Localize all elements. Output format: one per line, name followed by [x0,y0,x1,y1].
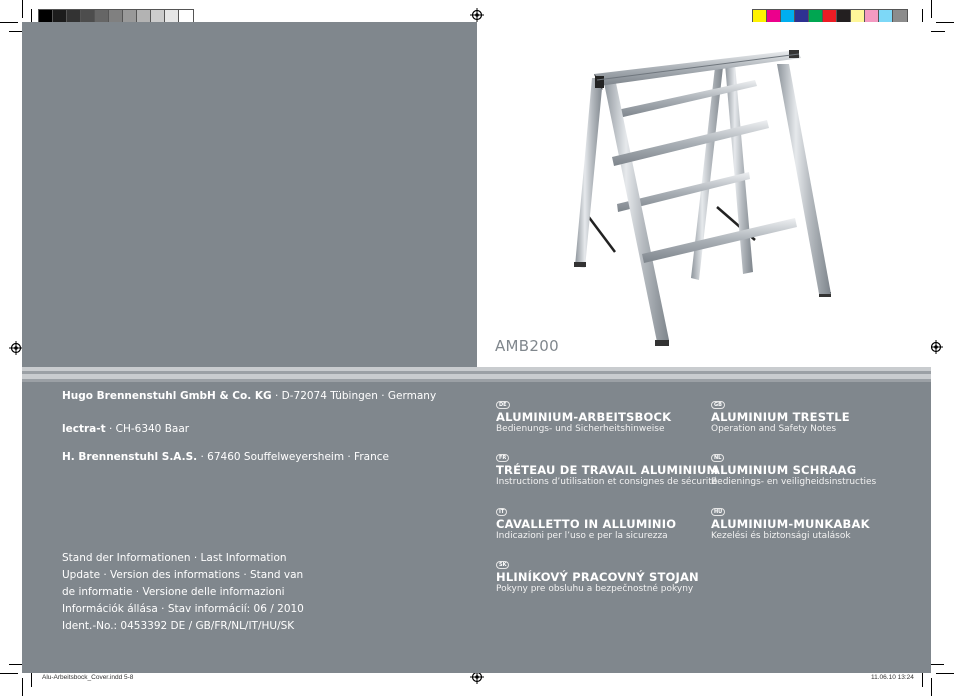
language-entry-gb: GB ALUMINIUM TRESTLE Operation and Safet… [711,391,850,435]
language-subtitle: Pokyny pre obsluhu a bezpečnostné pokyny [496,584,694,594]
crop-mark [922,672,923,687]
registration-mark-icon [470,8,484,22]
divider-stripes [22,367,931,382]
info-line: de informatie · Versione delle informazi… [62,586,285,598]
front-cover-image-area [477,22,931,367]
language-title: ALUMINIUM-ARBEITSBOCK [496,410,672,424]
crop-mark [0,673,18,674]
crop-mark [22,678,23,696]
crop-mark [31,672,32,687]
company-address: · CH-6340 Baar [105,423,190,435]
info-line: Ident.-No.: 0453392 DE / GB/FR/NL/IT/HU/… [62,620,295,632]
language-entry-it: IT CAVALLETTO IN ALLUMINIO Indicazioni p… [496,498,676,542]
crop-mark [931,0,932,18]
information-status-block: Stand der Informationen · Last Informati… [62,550,304,635]
crop-mark [22,0,23,18]
slug-filename: Alu-Arbeitsbock_Cover.indd 5-8 [42,674,134,681]
country-flag-icon: NL [711,454,725,462]
crop-mark [929,664,944,665]
language-title: CAVALLETTO IN ALLUMINIO [496,517,677,531]
language-subtitle: Indicazioni per l’uso e per la sicurezza [496,531,668,541]
language-title: HLINÍKOVÝ PRACOVNÝ STOJAN [496,570,699,584]
language-subtitle: Instructions d’utilisation et consignes … [496,477,718,487]
registration-mark-icon [9,341,23,355]
crop-mark [936,22,954,23]
language-entry-fr: FR TRÉTEAU DE TRAVAIL ALUMINIUM Instruct… [496,444,718,488]
language-title: TRÉTEAU DE TRAVAIL ALUMINIUM [496,463,719,477]
language-subtitle: Kezelési és biztonsági utalások [711,531,851,541]
company-address: · 67460 Souffelweyersheim · France [197,451,389,463]
crop-mark [0,22,18,23]
info-line: Update · Version des informations · Stan… [62,569,304,581]
language-entry-de: DE ALUMINIUM-ARBEITSBOCK Bedienungs- und… [496,391,671,435]
language-title: ALUMINIUM-MUNKABAK [711,517,870,531]
info-line: Stand der Informationen · Last Informati… [62,552,287,564]
company-name: Hugo Brennenstuhl GmbH & Co. KG [62,390,272,402]
country-flag-icon: SK [496,561,510,569]
country-flag-icon: DE [496,401,510,409]
crop-mark [930,31,945,32]
product-model-number: AMB200 [495,337,559,355]
crop-mark [936,673,954,674]
registration-mark-icon [929,340,943,354]
country-flag-icon: FR [496,454,510,462]
company-line: H. Brennenstuhl S.A.S. · 67460 Souffelwe… [62,451,389,463]
country-flag-icon: GB [711,401,725,409]
company-name: H. Brennenstuhl S.A.S. [62,451,198,463]
country-flag-icon: HU [711,508,726,516]
company-line: lectra-t · CH-6340 Baar [62,423,189,435]
aluminium-trestle-image [574,50,831,346]
language-subtitle: Bedienings- en veiligheidsinstructies [711,477,877,487]
language-title: ALUMINIUM SCHRAAG [711,463,857,477]
language-subtitle: Bedienungs- und Sicherheitshinweise [496,424,665,434]
company-address: · D-72074 Tübingen · Germany [271,390,437,402]
crop-mark [931,678,932,696]
country-flag-icon: IT [496,508,508,516]
company-line: Hugo Brennenstuhl GmbH & Co. KG · D-7207… [62,390,436,402]
info-line: Információk állása · Stav informácií: 06… [62,603,304,615]
slug-datetime: 11.06.10 13:24 [871,674,914,681]
language-entry-hu: HU ALUMINIUM-MUNKABAK Kezelési és bizton… [711,498,870,542]
language-entry-nl: NL ALUMINIUM SCHRAAG Bedienings- en veil… [711,444,876,488]
company-name: lectra-t [62,423,106,435]
language-title: ALUMINIUM TRESTLE [711,410,850,424]
language-subtitle: Operation and Safety Notes [711,424,837,434]
back-cover-panel [22,22,477,367]
language-entry-sk: SK HLINÍKOVÝ PRACOVNÝ STOJAN Pokyny pre … [496,551,699,595]
